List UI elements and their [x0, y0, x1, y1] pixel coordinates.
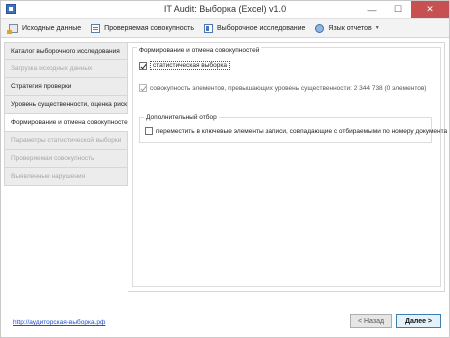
material-items-checkbox[interactable]: [139, 84, 147, 92]
sidebar-item-tested-population: Проверяемая совокупность: [4, 150, 128, 168]
population-icon: [91, 23, 101, 33]
app-window: IT Audit: Выборка (Excel) v1.0 — ☐ ✕ Исх…: [0, 0, 450, 338]
material-items-checkbox-row[interactable]: совокупность элементов, превышающих уров…: [139, 84, 426, 92]
wizard-steps-sidebar: Каталог выборочного исследования Загрузк…: [4, 42, 128, 304]
move-keys-label: переместить в ключевые элементы записи, …: [156, 127, 448, 135]
window-controls: — ☐ ✕: [359, 1, 449, 18]
sample-study-icon: [204, 23, 213, 33]
close-icon[interactable]: ✕: [411, 1, 449, 18]
extra-selection-group: Дополнительный отбор переместить в ключе…: [139, 114, 447, 143]
sidebar-item-audit-strategy[interactable]: Стратегия проверки: [4, 78, 128, 96]
sidebar-item-sampling-catalog[interactable]: Каталог выборочного исследования: [4, 42, 128, 60]
sample-study-button[interactable]: Выборочное исследование: [200, 20, 309, 36]
source-data-label: Исходные данные: [22, 24, 82, 32]
source-data-icon: [7, 23, 18, 34]
report-language-dropdown[interactable]: Язык отчетов ▼: [311, 20, 383, 36]
move-keys-checkbox-row[interactable]: переместить в ключевые элементы записи, …: [145, 127, 447, 135]
report-language-label: Язык отчетов: [328, 24, 372, 32]
next-button[interactable]: Далее >: [396, 314, 441, 328]
source-data-button[interactable]: Исходные данные: [5, 20, 85, 36]
populations-group: Формирование и отмена совокупностей стат…: [132, 47, 447, 287]
extra-selection-title: Дополнительный отбор: [144, 114, 219, 121]
sidebar-item-load-data: Загрузка исходных данных: [4, 60, 128, 78]
statistical-sample-checkbox[interactable]: [139, 61, 147, 70]
move-keys-checkbox[interactable]: [145, 127, 153, 135]
population-button[interactable]: Проверяемая совокупность: [87, 20, 198, 36]
sidebar-item-violations: Выявленные нарушения: [4, 168, 128, 186]
sidebar-item-materiality[interactable]: Уровень существенности, оценка риска: [4, 96, 128, 114]
sidebar-item-populations[interactable]: Формирование и отмена совокупностей: [4, 114, 128, 132]
statistical-sample-checkbox-row[interactable]: статистическая выборка: [139, 61, 230, 70]
sidebar-item-sampling-params: Параметры статистической выборки: [4, 132, 128, 150]
title-bar: IT Audit: Выборка (Excel) v1.0 — ☐ ✕: [1, 1, 449, 18]
group-title: Формирование и отмена совокупностей: [137, 47, 262, 54]
language-icon: [315, 23, 325, 33]
minimize-icon[interactable]: —: [359, 1, 385, 18]
main-panel: Формирование и отмена совокупностей стат…: [128, 42, 447, 292]
maximize-icon[interactable]: ☐: [385, 1, 411, 18]
statistical-sample-label: статистическая выборка: [150, 61, 230, 70]
website-link[interactable]: http://аудиторская-выборка.рф: [13, 319, 105, 326]
chevron-down-icon: ▼: [374, 25, 380, 31]
sample-study-label: Выборочное исследование: [217, 24, 306, 32]
population-label: Проверяемая совокупность: [104, 24, 194, 32]
toolbar: Исходные данные Проверяемая совокупность…: [1, 18, 449, 38]
back-button[interactable]: < Назад: [350, 314, 392, 328]
material-items-label: совокупность элементов, превышающих уров…: [150, 84, 427, 92]
